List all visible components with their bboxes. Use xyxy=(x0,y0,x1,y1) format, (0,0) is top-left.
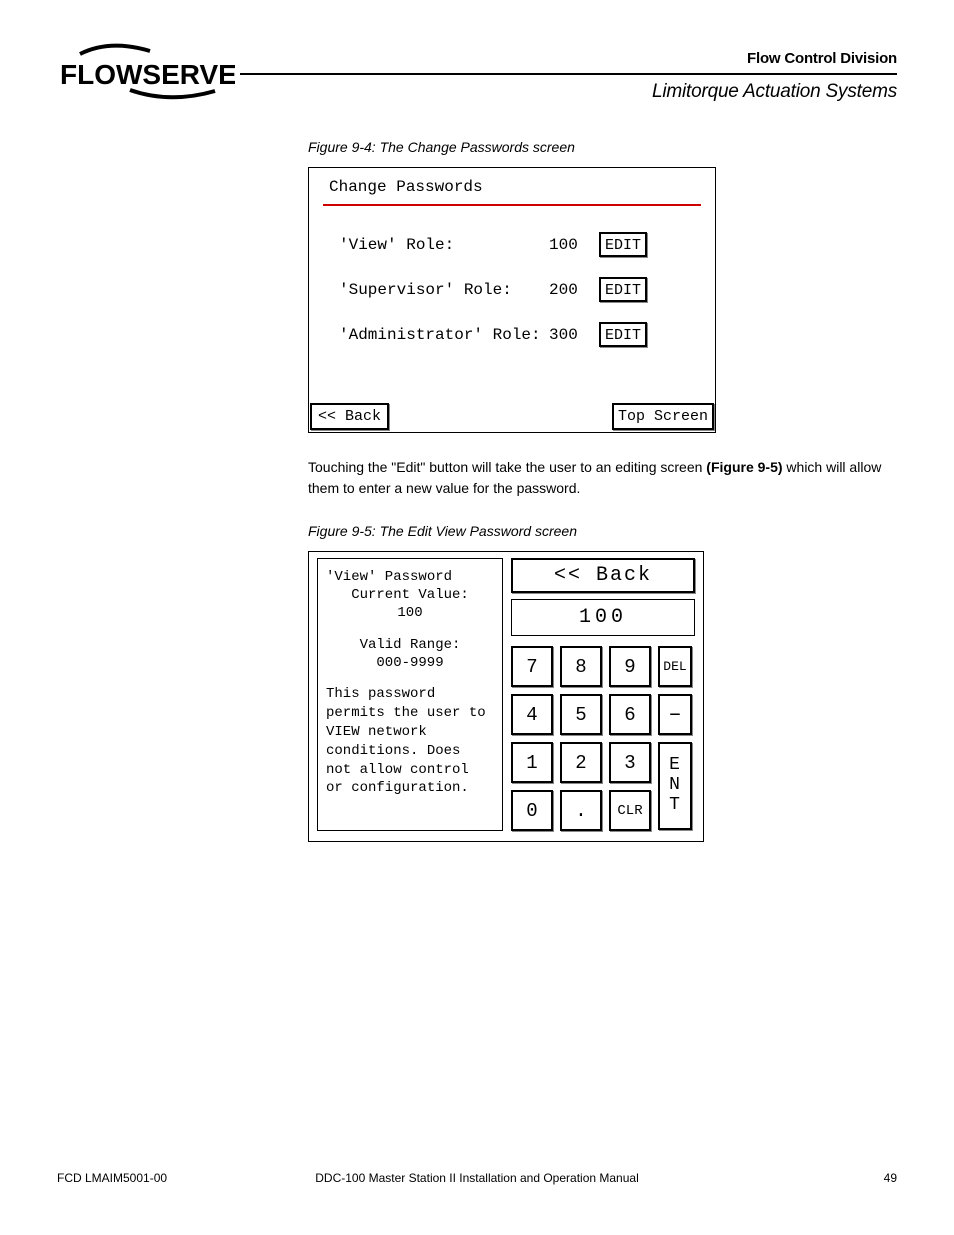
paragraph-bold: (Figure 9-5) xyxy=(706,459,782,475)
key-ent[interactable]: E N T xyxy=(658,742,692,830)
valid-range-value: 000-9999 xyxy=(326,655,494,671)
supervisor-role-value: 200 xyxy=(549,281,599,299)
keypad-display: 100 xyxy=(511,599,695,636)
view-role-row: 'View' Role: 100 EDIT xyxy=(339,232,695,257)
supervisor-edit-button[interactable]: EDIT xyxy=(599,277,647,302)
key-1[interactable]: 1 xyxy=(511,742,553,783)
division-label: Flow Control Division xyxy=(240,50,897,67)
keypad-back-button[interactable]: << Back xyxy=(511,558,695,593)
current-value: 100 xyxy=(326,605,494,621)
edit-password-info-panel: 'View' Password Current Value: 100 Valid… xyxy=(317,558,503,831)
key-minus[interactable]: – xyxy=(658,694,692,735)
key-2[interactable]: 2 xyxy=(560,742,602,783)
administrator-role-value: 300 xyxy=(549,326,599,344)
ent-letter-e: E xyxy=(669,756,681,776)
valid-range-label: Valid Range: xyxy=(326,637,494,653)
view-password-title: 'View' Password xyxy=(326,569,494,585)
key-9[interactable]: 9 xyxy=(609,646,651,687)
key-8[interactable]: 8 xyxy=(560,646,602,687)
administrator-role-label: 'Administrator' Role: xyxy=(339,326,549,344)
figure-9-4: Change Passwords 'View' Role: 100 EDIT '… xyxy=(308,167,716,433)
key-dot[interactable]: . xyxy=(560,790,602,831)
page-footer: FCD LMAIM5001-00 DDC-100 Master Station … xyxy=(57,1171,897,1185)
subheader-label: Limitorque Actuation Systems xyxy=(240,81,897,103)
view-role-label: 'View' Role: xyxy=(339,236,549,254)
key-clr[interactable]: CLR xyxy=(609,790,651,831)
password-description: This password permits the user to VIEW n… xyxy=(326,685,494,798)
administrator-edit-button[interactable]: EDIT xyxy=(599,322,647,347)
key-6[interactable]: 6 xyxy=(609,694,651,735)
ent-letter-n: N xyxy=(669,776,681,796)
key-5[interactable]: 5 xyxy=(560,694,602,735)
figure-9-4-caption: Figure 9-4: The Change Passwords screen xyxy=(308,139,898,155)
svg-text:FLOWSERVE: FLOWSERVE xyxy=(60,59,235,90)
header-rule xyxy=(240,73,897,75)
flowserve-logo: FLOWSERVE xyxy=(60,36,235,108)
figure-9-5: 'View' Password Current Value: 100 Valid… xyxy=(308,551,704,842)
key-3[interactable]: 3 xyxy=(609,742,651,783)
key-7[interactable]: 7 xyxy=(511,646,553,687)
top-screen-button[interactable]: Top Screen xyxy=(612,403,714,430)
footer-page-number: 49 xyxy=(884,1171,897,1185)
paragraph-prefix: Touching the "Edit" button will take the… xyxy=(308,459,706,475)
supervisor-role-label: 'Supervisor' Role: xyxy=(339,281,549,299)
ent-letter-t: T xyxy=(669,796,681,816)
current-value-label: Current Value: xyxy=(326,587,494,603)
view-edit-button[interactable]: EDIT xyxy=(599,232,647,257)
supervisor-role-row: 'Supervisor' Role: 200 EDIT xyxy=(339,277,695,302)
key-4[interactable]: 4 xyxy=(511,694,553,735)
back-button[interactable]: << Back xyxy=(310,403,389,430)
view-role-value: 100 xyxy=(549,236,599,254)
change-passwords-title: Change Passwords xyxy=(309,168,715,204)
key-0[interactable]: 0 xyxy=(511,790,553,831)
footer-center: DDC-100 Master Station II Installation a… xyxy=(57,1171,897,1185)
figure-9-5-caption: Figure 9-5: The Edit View Password scree… xyxy=(308,523,898,539)
administrator-role-row: 'Administrator' Role: 300 EDIT xyxy=(339,322,695,347)
paragraph-text: Touching the "Edit" button will take the… xyxy=(308,457,898,499)
figure-9-4-rule xyxy=(323,204,701,206)
key-del[interactable]: DEL xyxy=(658,646,692,687)
footer-left: FCD LMAIM5001-00 xyxy=(57,1171,167,1185)
